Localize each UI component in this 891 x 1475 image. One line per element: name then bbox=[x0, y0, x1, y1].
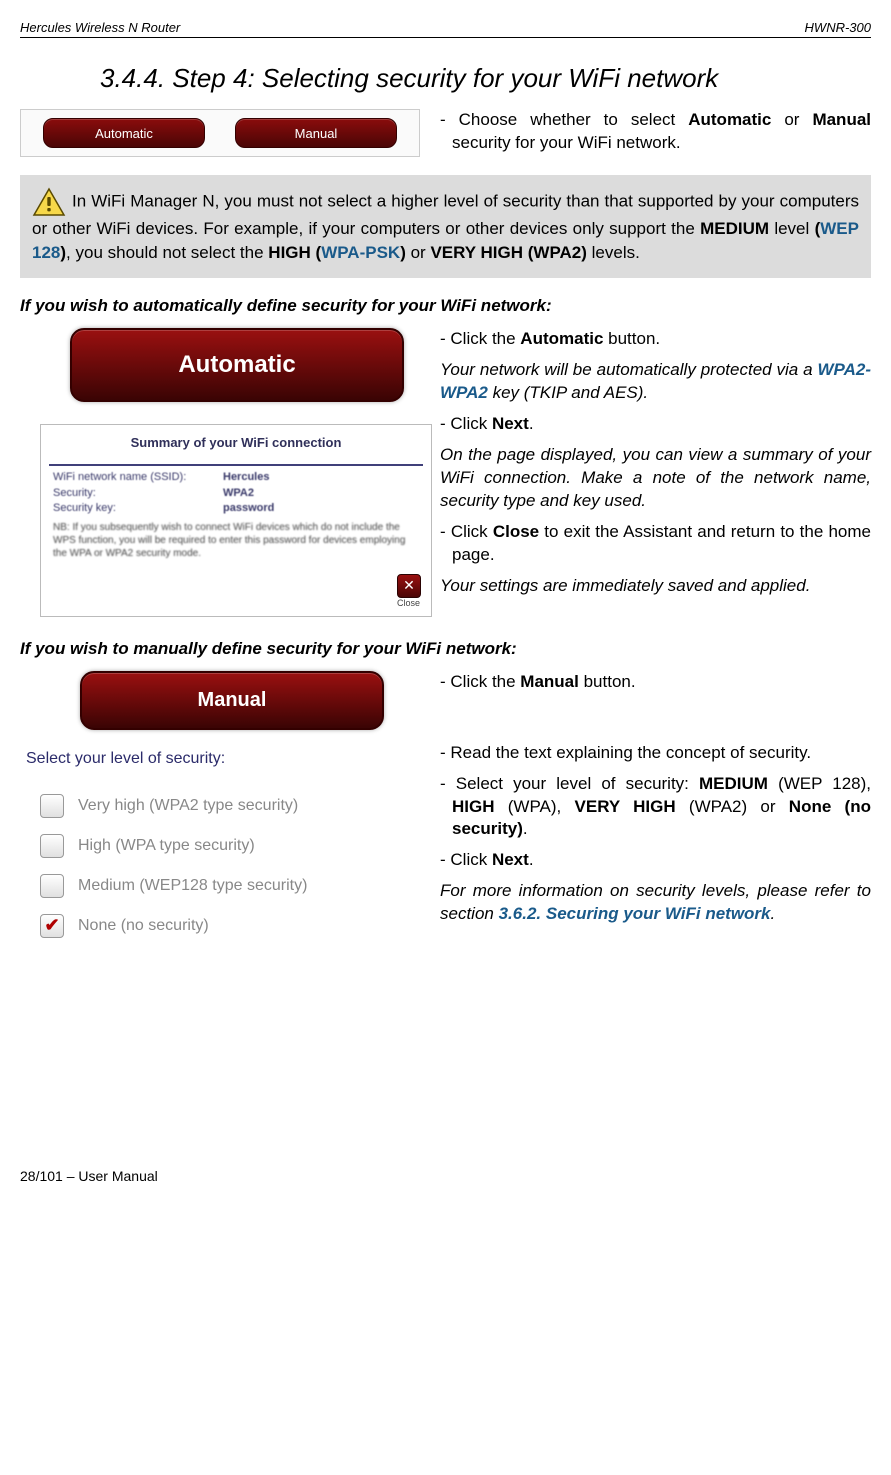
option-label: Medium (WEP128 type security) bbox=[78, 877, 307, 895]
option-none[interactable]: None (no security) bbox=[40, 906, 430, 946]
ssid-value: Hercules bbox=[223, 470, 269, 485]
intro-choose-text: - Choose whether to select Automatic or … bbox=[440, 109, 871, 155]
manual-step-2: - Read the text explaining the concept o… bbox=[440, 742, 871, 765]
automatic-big-button[interactable]: Automatic bbox=[70, 328, 404, 402]
security-level-label: Select your level of security: bbox=[20, 742, 430, 786]
sub-heading-manual: If you wish to manually define security … bbox=[20, 639, 871, 659]
automatic-small-button[interactable]: Automatic bbox=[43, 118, 205, 148]
close-label: Close bbox=[397, 598, 421, 608]
security-value: WPA2 bbox=[223, 486, 254, 501]
page-footer: 28/101 – User Manual bbox=[20, 1138, 871, 1194]
ssid-label: WiFi network name (SSID): bbox=[53, 470, 223, 485]
section-3-6-2-link: 3.6.2. Securing your WiFi network bbox=[499, 904, 771, 923]
auto-step-3: - Click Next. bbox=[440, 413, 871, 436]
key-label: Security key: bbox=[53, 501, 223, 516]
header-right: HWNR-300 bbox=[805, 20, 871, 35]
sub-heading-auto: If you wish to automatically define secu… bbox=[20, 296, 871, 316]
manual-step-5: For more information on security levels,… bbox=[440, 880, 871, 926]
security-label: Security: bbox=[53, 486, 223, 501]
warning-icon bbox=[32, 187, 66, 217]
manual-step-3: - Select your level of security: MEDIUM … bbox=[440, 773, 871, 842]
auto-step-2: Your network will be automatically prote… bbox=[440, 359, 871, 405]
auto-manual-bar: Automatic Manual bbox=[20, 109, 420, 157]
option-label: None (no security) bbox=[78, 917, 209, 935]
manual-step-1: - Click the Manual button. bbox=[440, 671, 871, 694]
auto-step-4: On the page displayed, you can view a su… bbox=[440, 444, 871, 513]
wpa-psk-link: WPA-PSK bbox=[321, 243, 400, 262]
header-left: Hercules Wireless N Router bbox=[20, 20, 180, 35]
summary-title: Summary of your WiFi connection bbox=[41, 425, 431, 456]
option-label: Very high (WPA2 type security) bbox=[78, 797, 298, 815]
close-icon[interactable]: ✕ bbox=[397, 574, 421, 598]
manual-big-button[interactable]: Manual bbox=[80, 671, 384, 730]
manual-step-4: - Click Next. bbox=[440, 849, 871, 872]
summary-note: NB: If you subsequently wish to connect … bbox=[53, 521, 419, 560]
checkbox-icon[interactable] bbox=[40, 794, 64, 818]
checkbox-icon[interactable] bbox=[40, 834, 64, 858]
option-very-high[interactable]: Very high (WPA2 type security) bbox=[40, 786, 430, 826]
security-level-panel: Select your level of security: Very high… bbox=[20, 742, 430, 946]
auto-step-6: Your settings are immediately saved and … bbox=[440, 575, 871, 598]
option-label: High (WPA type security) bbox=[78, 837, 255, 855]
wifi-summary-card: Summary of your WiFi connection WiFi net… bbox=[40, 424, 432, 616]
option-high[interactable]: High (WPA type security) bbox=[40, 826, 430, 866]
checkbox-icon[interactable] bbox=[40, 874, 64, 898]
manual-small-button[interactable]: Manual bbox=[235, 118, 397, 148]
option-medium[interactable]: Medium (WEP128 type security) bbox=[40, 866, 430, 906]
tip-box: In WiFi Manager N, you must not select a… bbox=[20, 175, 871, 279]
auto-step-5: - Click Close to exit the Assistant and … bbox=[440, 521, 871, 567]
checkbox-checked-icon[interactable] bbox=[40, 914, 64, 938]
key-value: password bbox=[223, 501, 274, 516]
section-title: 3.4.4. Step 4: Selecting security for yo… bbox=[100, 63, 871, 94]
auto-step-1: - Click the Automatic button. bbox=[440, 328, 871, 351]
